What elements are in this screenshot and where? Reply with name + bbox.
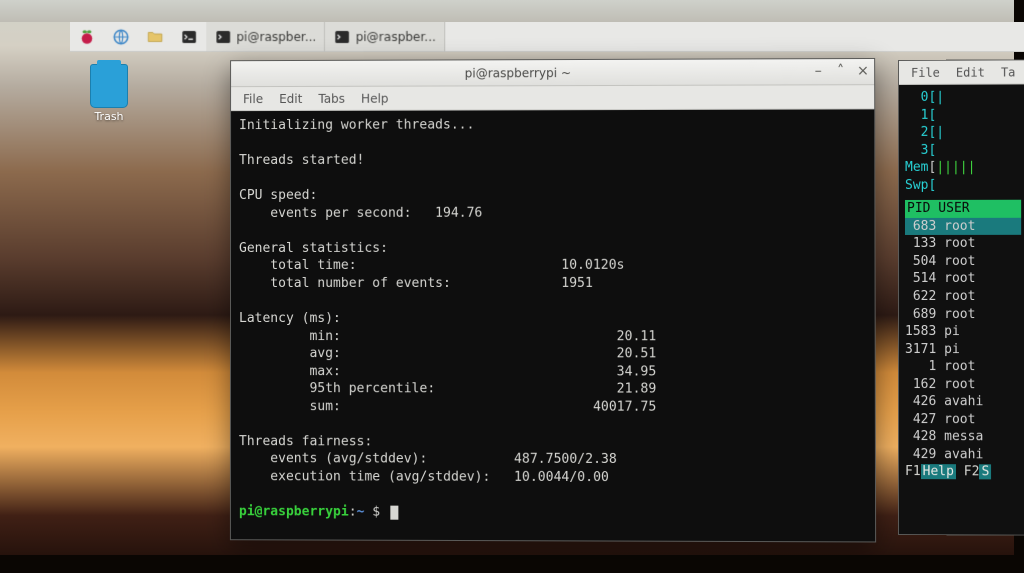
term-line: execution time (avg/stddev): 10.0044/0.0… [239,469,609,485]
prompt-dollar: $ [364,505,388,520]
process-row[interactable]: 426 avahi [905,393,1021,411]
term-line: CPU speed: [239,188,317,203]
process-row[interactable]: 427 root [905,411,1021,429]
process-header[interactable]: PID USER [905,200,1021,218]
menu-edit[interactable]: Edit [279,91,302,105]
term-line: Initializing worker threads... [239,117,474,133]
terminal-prompt: pi@raspberrypi:~ $ [239,504,388,520]
process-row[interactable]: 514 root [905,270,1021,288]
start-menu-button[interactable] [70,22,104,51]
htop-window: File Edit Ta 0[| 1[ 2[| 3[ Mem[||||| Swp… [898,59,1024,535]
term-line: 95th percentile: 21.89 [239,381,656,397]
taskbar: pi@raspber... pi@raspber... [70,22,1024,53]
htop-menubar: File Edit Ta [899,60,1024,85]
terminal-window: pi@raspberrypi ~ – ˄ × File Edit Tabs He… [230,58,876,542]
menu-tabs[interactable]: Ta [1001,65,1016,79]
terminal-cursor [390,506,398,520]
terminal-icon [333,27,351,45]
term-line: total number of events: 1951 [239,276,593,291]
cpu-bar-2: 2[| [905,124,1021,142]
process-row[interactable]: 3171 pi [905,341,1021,359]
close-button[interactable]: × [856,65,870,79]
term-line: events per second: 194.76 [239,205,482,220]
process-row[interactable]: 133 root [905,235,1021,253]
menu-edit[interactable]: Edit [956,65,985,79]
taskbar-task-0[interactable]: pi@raspber... [206,22,325,51]
window-titlebar[interactable]: pi@raspberrypi ~ – ˄ × [231,59,874,87]
terminal-icon [214,27,232,45]
raspberry-icon [78,27,96,45]
menu-file[interactable]: File [911,65,940,79]
cpu-bar-1: 1[ [905,106,1021,124]
swp-bar: Swp[ [905,176,1021,194]
process-row[interactable]: 162 root [905,376,1021,394]
process-row[interactable]: 1 root [905,358,1021,376]
htop-footer: F1Help F2S [905,465,991,480]
mem-bar: Mem[||||| [905,159,1021,177]
term-line: total time: 10.0120s [239,258,624,273]
trash-label: Trash [90,110,128,123]
terminal-icon [180,27,198,45]
term-line: sum: 40017.75 [239,399,656,415]
term-line: Threads fairness: [239,434,372,449]
menu-tabs[interactable]: Tabs [318,91,345,105]
process-row[interactable]: 689 root [905,306,1021,324]
process-row[interactable]: 428 messa [905,428,1021,446]
file-manager-launcher[interactable] [138,22,172,51]
taskbar-task-1[interactable]: pi@raspber... [325,22,445,51]
process-row[interactable]: 504 root [905,253,1021,271]
minimize-button[interactable]: – [811,65,825,79]
terminal-launcher[interactable] [172,22,206,51]
process-row[interactable]: 622 root [905,288,1021,306]
term-line: min: 20.11 [239,329,656,344]
term-line: max: 34.95 [239,364,656,379]
process-row[interactable]: 1583 pi [905,323,1021,341]
folder-icon [146,27,164,45]
process-row[interactable]: 429 avahi [905,446,1021,464]
term-line: Threads started! [239,153,364,168]
maximize-button[interactable]: ˄ [833,65,847,79]
menu-help[interactable]: Help [361,91,388,105]
cpu-bar-0: 0[| [905,88,1021,106]
web-browser-launcher[interactable] [104,22,138,51]
prompt-user: pi@raspberrypi [239,504,349,519]
term-line: events (avg/stddev): 487.7500/2.38 [239,451,617,467]
term-line: General statistics: [239,241,388,256]
menu-file[interactable]: File [243,92,263,106]
taskbar-task-label: pi@raspber... [236,29,316,43]
globe-icon [112,27,130,45]
process-row[interactable]: 683 root [905,218,1021,236]
trash-icon [90,64,128,108]
cpu-bar-3: 3[ [905,141,1021,159]
htop-body[interactable]: 0[| 1[ 2[| 3[ Mem[||||| Swp[ PID USER 68… [899,84,1024,485]
term-line: Latency (ms): [239,311,341,326]
window-title: pi@raspberrypi ~ [231,65,807,81]
taskbar-task-label: pi@raspber... [356,29,436,43]
term-line: avg: 20.51 [239,346,656,361]
desktop-trash[interactable]: Trash [90,64,128,123]
terminal-body[interactable]: Initializing worker threads... Threads s… [231,109,875,541]
window-menubar: File Edit Tabs Help [231,85,874,111]
